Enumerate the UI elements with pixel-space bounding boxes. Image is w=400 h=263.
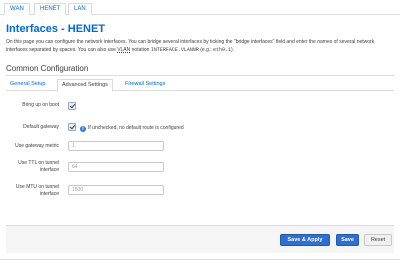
desc-notation: INTERFACE.VLANNR bbox=[150, 47, 199, 53]
config-subtabs: General Setup Advanced Settings Firewall… bbox=[6, 79, 394, 92]
default-gateway-row: Default gateway i If unchecked, no defau… bbox=[6, 123, 394, 133]
tab-advanced-settings[interactable]: Advanced Settings bbox=[57, 79, 113, 92]
save-apply-button[interactable]: Save & Apply bbox=[280, 234, 330, 246]
mtu-tunnel-row: Use MTU on tunnel interface bbox=[6, 182, 394, 198]
tab-firewall-settings[interactable]: Firewall Settings bbox=[121, 79, 169, 91]
desc-vlan: VLAN bbox=[117, 47, 131, 53]
gateway-metric-row: Use gateway metric bbox=[6, 141, 394, 153]
save-button[interactable]: Save bbox=[336, 234, 359, 246]
mtu-tunnel-label: Use MTU on tunnel interface bbox=[15, 184, 59, 197]
gateway-metric-label: Use gateway metric bbox=[15, 143, 59, 149]
section-divider bbox=[6, 75, 394, 76]
form-footer: Save & Apply Save Reset bbox=[6, 225, 394, 253]
bring-up-on-boot-label: Bring up on boot bbox=[22, 102, 59, 108]
page-description: On this page you can configure the netwo… bbox=[6, 38, 394, 54]
tab-henet[interactable]: HENET bbox=[34, 3, 67, 15]
desc-part3: (e.g.: bbox=[198, 47, 214, 53]
gateway-metric-input[interactable] bbox=[68, 141, 164, 151]
tab-general-setup[interactable]: General Setup bbox=[6, 79, 49, 91]
tab-lan[interactable]: LAN bbox=[68, 3, 92, 15]
mtu-tunnel-input[interactable] bbox=[68, 185, 164, 195]
ttl-tunnel-row: Use TTL on tunnel interface bbox=[6, 160, 394, 176]
bring-up-on-boot-checkbox[interactable] bbox=[68, 102, 76, 110]
ttl-tunnel-input[interactable] bbox=[68, 162, 164, 172]
tab-wan[interactable]: WAN bbox=[4, 3, 30, 15]
bring-up-on-boot-row: Bring up on boot bbox=[6, 102, 394, 112]
reset-button[interactable]: Reset bbox=[364, 234, 392, 246]
info-icon: i bbox=[80, 126, 86, 132]
desc-part2: notation bbox=[130, 47, 151, 53]
default-gateway-label: Default gateway bbox=[23, 124, 59, 130]
page-title: Interfaces - HENET bbox=[6, 23, 106, 35]
section-title: Common Configuration bbox=[6, 64, 89, 73]
interface-tabs: WAN HENET LAN bbox=[0, 0, 400, 15]
default-gateway-hint: If unchecked, no default route is config… bbox=[88, 125, 184, 131]
default-gateway-checkbox[interactable] bbox=[68, 123, 76, 131]
ttl-tunnel-label: Use TTL on tunnel interface bbox=[18, 160, 59, 173]
bottom-divider bbox=[0, 259, 400, 260]
desc-example: eth0.1 bbox=[213, 47, 232, 53]
desc-part4: ). bbox=[231, 47, 235, 53]
